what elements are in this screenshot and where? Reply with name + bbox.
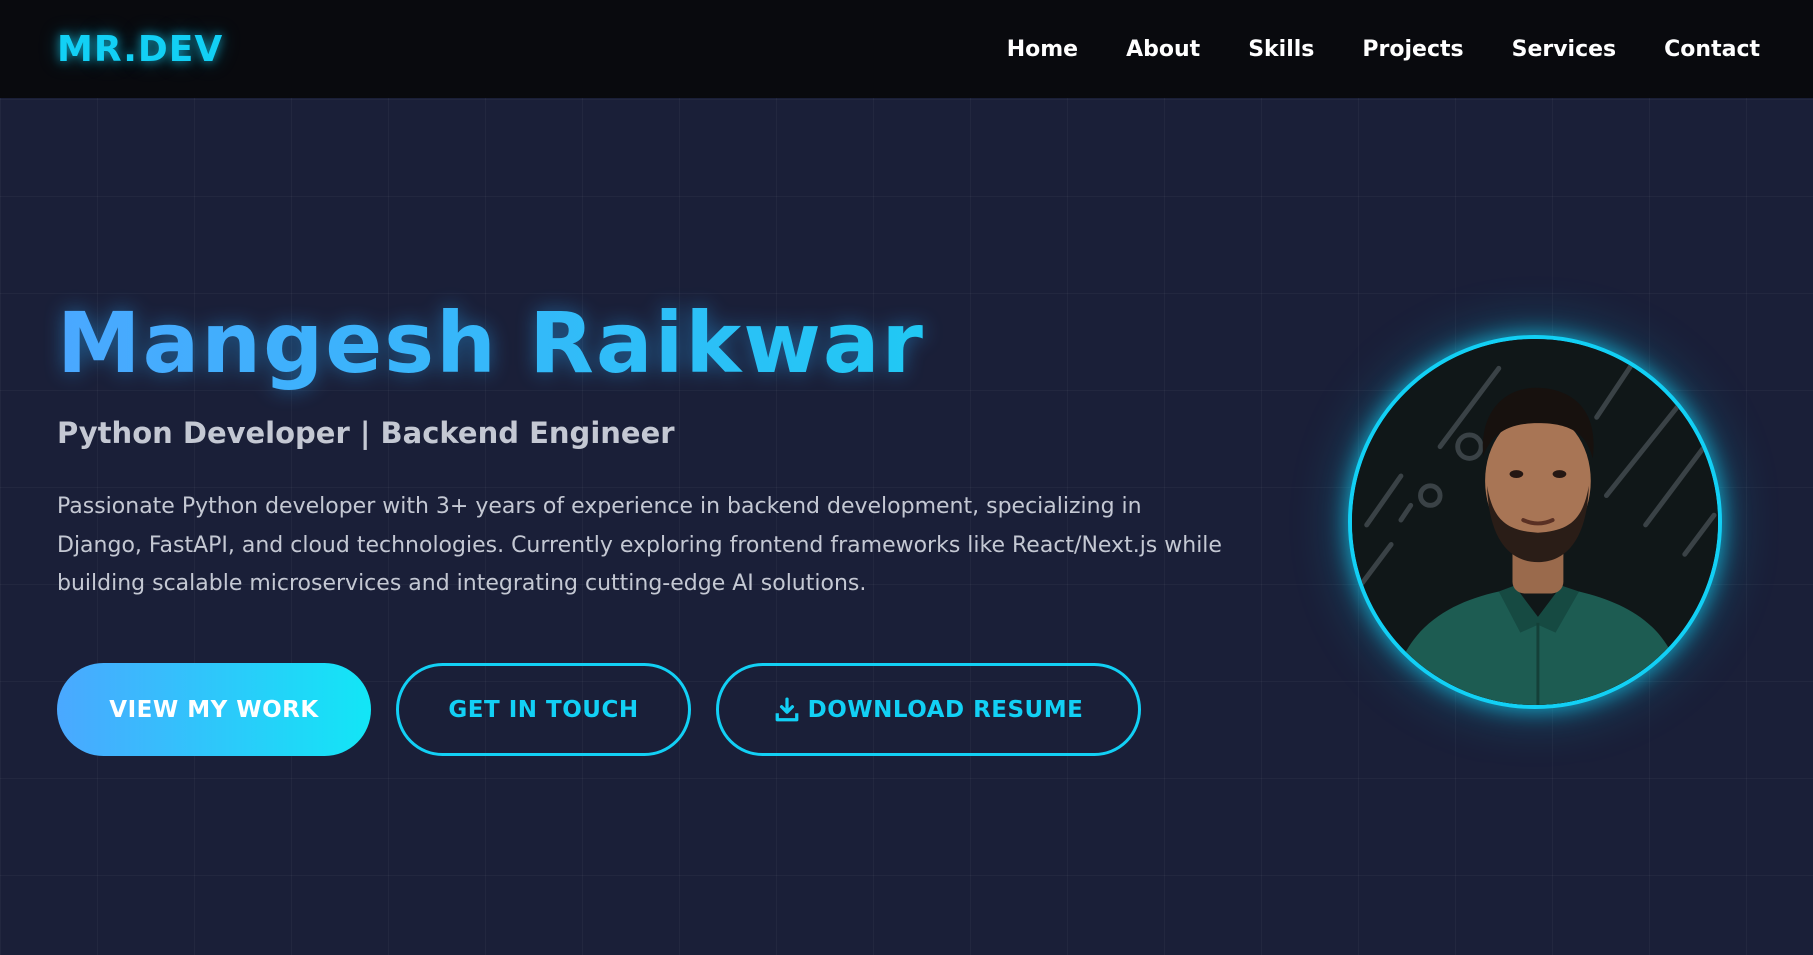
download-resume-button[interactable]: DOWNLOAD RESUME <box>716 663 1141 756</box>
view-my-work-button[interactable]: VIEW MY WORK <box>57 663 371 756</box>
nav-link-home[interactable]: Home <box>1007 37 1078 62</box>
hero-section: Mangesh Raikwar Python Developer | Backe… <box>57 292 1237 604</box>
nav-links: Home About Skills Projects Services Cont… <box>1007 37 1760 62</box>
nav-link-contact[interactable]: Contact <box>1664 37 1760 62</box>
hero-subtitle: Python Developer | Backend Engineer <box>57 416 675 450</box>
profile-photo-illustration <box>1352 339 1718 705</box>
get-in-touch-button[interactable]: GET IN TOUCH <box>396 663 691 756</box>
nav-link-services[interactable]: Services <box>1512 37 1617 62</box>
download-icon <box>774 697 800 723</box>
download-resume-label: DOWNLOAD RESUME <box>807 696 1084 723</box>
hero-buttons: VIEW MY WORK GET IN TOUCH DOWNLOAD RESUM… <box>57 663 1141 756</box>
hero-name: Mangesh Raikwar <box>57 292 1237 394</box>
nav-link-about[interactable]: About <box>1126 37 1200 62</box>
get-in-touch-label: GET IN TOUCH <box>448 696 639 723</box>
hero-description: Passionate Python developer with 3+ year… <box>57 494 1222 596</box>
profile-photo <box>1348 335 1722 709</box>
nav-link-skills[interactable]: Skills <box>1248 37 1314 62</box>
navbar: MR.DEV Home About Skills Projects Servic… <box>0 0 1813 98</box>
nav-link-projects[interactable]: Projects <box>1362 37 1463 62</box>
site-logo[interactable]: MR.DEV <box>57 29 223 70</box>
view-my-work-label: VIEW MY WORK <box>109 696 319 723</box>
